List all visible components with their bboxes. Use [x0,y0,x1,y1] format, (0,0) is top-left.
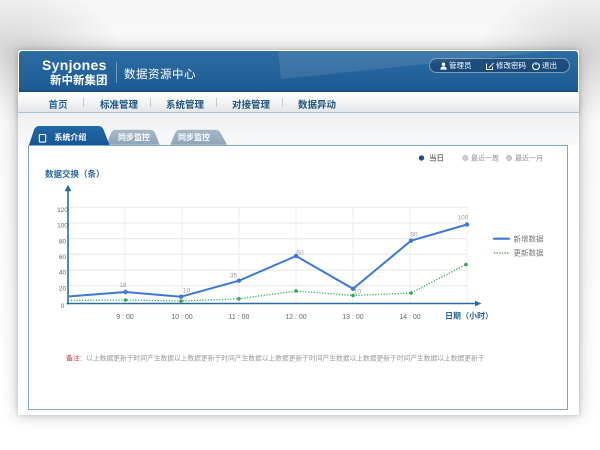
svg-text:最近一月: 最近一月 [515,154,543,163]
svg-text:10: 10 [354,288,362,295]
svg-text:0: 0 [61,303,65,310]
svg-text:80: 80 [59,238,67,245]
svg-text:10: 10 [183,288,191,295]
svg-text:40: 40 [59,270,67,277]
svg-text:新增数据: 新增数据 [514,233,544,243]
svg-text:同步监控: 同步监控 [178,132,210,142]
svg-text:60: 60 [296,250,304,257]
svg-text:数据交换（条）: 数据交换（条） [45,169,105,179]
svg-text:10 : 00: 10 : 00 [171,314,193,321]
svg-text:14 : 00: 14 : 00 [399,314,421,321]
svg-text:20: 20 [59,285,67,292]
svg-text:9 : 00: 9 : 00 [116,314,134,321]
svg-text:80: 80 [410,232,418,239]
svg-text:18: 18 [119,282,127,289]
svg-text:100: 100 [458,215,469,222]
svg-text:日期（小时）: 日期（小时） [445,311,493,321]
svg-text:同步监控: 同步监控 [118,132,150,142]
svg-text:最近一周: 最近一周 [471,154,499,163]
svg-text:120: 120 [57,207,68,214]
svg-text:12 : 00: 12 : 00 [285,314,307,321]
svg-text:更新数据: 更新数据 [514,248,544,258]
svg-text:系统介绍: 系统介绍 [54,132,86,142]
svg-text:60: 60 [59,254,67,261]
svg-text:当日: 当日 [429,153,444,163]
svg-text:100: 100 [57,223,68,230]
svg-text:11 : 00: 11 : 00 [229,314,250,321]
svg-text:35: 35 [230,273,238,280]
svg-text:13 : 00: 13 : 00 [342,314,364,321]
